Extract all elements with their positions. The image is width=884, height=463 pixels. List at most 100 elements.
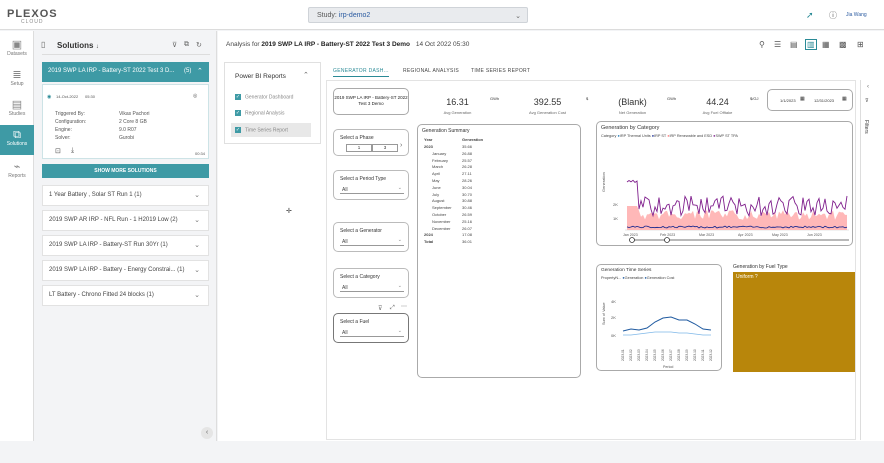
period-type-dropdown[interactable]: All ⌄ xyxy=(340,185,404,194)
kpi-unit: $ xyxy=(586,96,589,101)
map-icon[interactable]: ⊞ xyxy=(857,40,864,49)
tab-generator-dashboard[interactable]: GENERATOR DASH... xyxy=(333,68,389,77)
checkbox-checked-icon[interactable]: ✓ xyxy=(235,127,241,133)
chart-icon[interactable]: ▤ xyxy=(790,40,798,49)
kpi-label: Avg Fuel Offtake xyxy=(702,110,733,115)
powerbi-icon[interactable]: ▥ xyxy=(805,39,817,50)
divider xyxy=(42,54,210,55)
chevron-left-icon[interactable]: ‹ xyxy=(867,84,869,90)
phase-option[interactable]: 1 xyxy=(346,144,372,152)
row-label: October xyxy=(432,212,447,217)
nav-studies-label: Studies xyxy=(8,111,26,117)
kpi-label: Net Generation xyxy=(618,110,647,115)
checkbox-checked-icon[interactable]: ✓ xyxy=(235,94,241,100)
filter-icon[interactable]: ⊽ xyxy=(172,41,177,49)
row-label: 2024 xyxy=(424,232,433,238)
chevron-down-icon: ⌄ xyxy=(194,192,200,199)
cursor-icon: ✛ xyxy=(286,208,292,215)
eye-icon[interactable]: ◎ xyxy=(193,93,197,99)
row-value: 25.57 xyxy=(462,157,473,163)
swp-st-line xyxy=(626,179,848,218)
date-from[interactable]: 1/1/2023 xyxy=(780,98,796,103)
phase-slicer: Select a Phase 1 3 › xyxy=(333,129,409,156)
collapse-panel-button[interactable]: ‹ xyxy=(201,427,213,439)
table-row: 2024 17.08 xyxy=(422,232,502,238)
help-icon[interactable]: ⓘ xyxy=(829,10,837,21)
fuel-dropdown[interactable]: All ⌄ xyxy=(340,328,404,337)
checkbox-checked-icon[interactable]: ✓ xyxy=(235,110,241,116)
report-generator-dashboard[interactable]: ✓ Generator Dashboard xyxy=(235,94,293,100)
refresh-icon[interactable]: ↻ xyxy=(196,41,202,49)
gen-fuel-treemap[interactable]: Uniform ? xyxy=(733,272,855,372)
solution-item[interactable]: 2019 SWP AR IRP - NFL Run - 1 H2019 Low … xyxy=(42,210,209,231)
chevron-up-icon[interactable]: ⌃ xyxy=(197,67,203,75)
report-time-series[interactable]: ✓ Time Series Report xyxy=(231,123,311,137)
copy-icon[interactable]: ⧉ xyxy=(184,41,189,49)
report-regional-analysis[interactable]: ✓ Regional Analysis xyxy=(235,110,284,116)
nav-reports[interactable]: ⌁ Reports xyxy=(0,157,34,187)
open-icon[interactable]: ⊡ xyxy=(55,147,61,155)
calendar-icon[interactable]: ▦ xyxy=(842,96,847,102)
datasets-icon: ▣ xyxy=(11,39,23,51)
report-label: Regional Analysis xyxy=(245,110,285,117)
top-bar: PLEXOS CLOUD Study: irp-demo2 ⌄ ➚ ⓘ Jia … xyxy=(0,0,884,30)
slider-handle-start[interactable] xyxy=(629,237,635,243)
calendar-icon[interactable]: ▦ xyxy=(800,96,805,102)
chevron-down-icon: ⌄ xyxy=(397,283,402,289)
share-icon[interactable]: ➚ xyxy=(806,10,814,21)
selected-solution-header[interactable]: 2019 SWP LA IRP - Battery-ST 2022 Test 3… xyxy=(42,62,209,82)
bar-chart-icon[interactable]: ▩ xyxy=(839,40,847,49)
solution-item[interactable]: LT Battery - Chrono Fitted 24 blocks (1)… xyxy=(42,285,209,306)
table-icon[interactable]: ▦ xyxy=(822,40,830,49)
expand-icon[interactable]: ⤢ xyxy=(390,305,395,312)
table-row: November 25.16 xyxy=(422,219,502,225)
chevron-right-icon[interactable]: › xyxy=(400,142,402,149)
sort-icon[interactable]: ↓ xyxy=(96,44,99,50)
more-options-icon[interactable]: ⋯ xyxy=(401,303,407,310)
nav-datasets[interactable]: ▣ Datasets xyxy=(0,35,34,65)
phase-option[interactable]: 3 xyxy=(372,144,398,152)
row-value: 27.11 xyxy=(462,171,472,177)
col-year: Year xyxy=(424,137,433,142)
download-icon[interactable]: ⤓ xyxy=(71,147,74,155)
solution-item[interactable]: 1 Year Battery , Solar ST Run 1 (1) ⌄ xyxy=(42,185,209,206)
generation-line xyxy=(622,316,712,332)
nav-solutions[interactable]: ⧉ Solutions xyxy=(0,125,34,155)
setup-icon: ≣ xyxy=(12,69,22,81)
category-dropdown[interactable]: All ⌄ xyxy=(340,283,404,292)
slider-handle-end[interactable] xyxy=(664,237,670,243)
studies-icon: ▤ xyxy=(11,99,23,111)
chevron-up-icon[interactable]: ⌃ xyxy=(303,71,309,79)
kpi-label: Avg Generation Cost xyxy=(528,110,567,115)
report-label: Generator Dashboard xyxy=(245,94,294,101)
solution-item-label: 1 Year Battery , Solar ST Run 1 (1) xyxy=(49,192,142,198)
tab-time-series-report[interactable]: TIME SERIES REPORT xyxy=(471,68,530,74)
nav-studies[interactable]: ▤ Studies xyxy=(0,95,34,125)
nav-datasets-label: Datasets xyxy=(7,51,27,57)
nav-setup[interactable]: ≣ Setup xyxy=(0,65,34,95)
solution-item[interactable]: 2019 SWP LA IRP - Battery-ST Run 30Yr (1… xyxy=(42,235,209,256)
pin-icon[interactable]: ⚲ xyxy=(759,40,765,49)
list-icon[interactable]: ☰ xyxy=(774,40,781,49)
row-label: Total xyxy=(424,239,434,245)
row-label: November xyxy=(432,218,451,224)
row-value: 36.01 xyxy=(462,239,473,245)
row-value: 26.88 xyxy=(462,150,473,156)
row-value: 26.28 xyxy=(462,164,473,170)
study-selector[interactable]: Study: irp-demo2 ⌄ xyxy=(308,7,528,23)
period-type-title: Select a Period Type xyxy=(340,176,387,182)
study-label: Study: xyxy=(317,12,337,19)
date-range-slicer[interactable]: 1/1/2023 ▦ 12/31/2023 ▦ xyxy=(767,89,853,111)
tab-regional-analysis[interactable]: REGIONAL ANALYSIS xyxy=(403,68,459,74)
filter-icon[interactable]: ⊽ xyxy=(378,305,382,312)
generator-dropdown[interactable]: All ⌄ xyxy=(340,237,404,246)
selected-solution-card[interactable]: ◉ 14-Oct-2022 05:30 ◎ Triggered By: Vika… xyxy=(42,84,209,159)
date-to[interactable]: 12/31/2023 xyxy=(814,98,834,103)
solution-item[interactable]: 2019 SWP LA IRP - Battery - Energy Const… xyxy=(42,260,209,281)
table-row: 2023 35.66 xyxy=(422,144,502,150)
configuration-value: 2 Core 8 GB xyxy=(119,119,147,125)
model-name: 2019 SWP LA IRP - Battery-ST 2022 Test 3… xyxy=(334,95,408,106)
filters-pane[interactable]: ‹ ⊽ Filters xyxy=(860,80,880,440)
show-more-solutions-button[interactable]: SHOW MORE SOLUTIONS xyxy=(42,164,209,178)
user-name[interactable]: Jia Wang xyxy=(846,12,867,18)
